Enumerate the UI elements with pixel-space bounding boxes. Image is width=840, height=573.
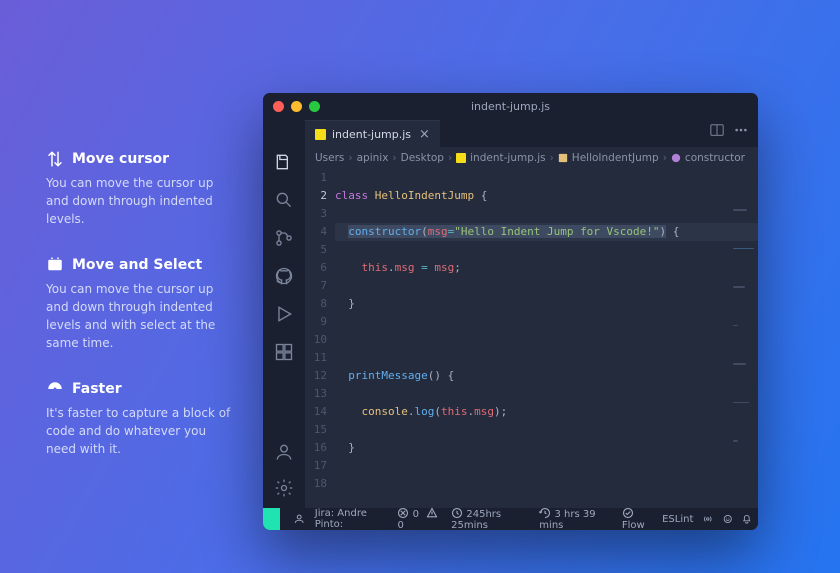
updown-icon bbox=[46, 150, 64, 168]
status-indicator[interactable] bbox=[263, 508, 280, 530]
breadcrumb-segment[interactable]: HelloIndentJump bbox=[572, 152, 659, 164]
line-gutter: 123456789101112131415161718 bbox=[305, 169, 335, 508]
promo-desc: It's faster to capture a block of code a… bbox=[46, 404, 231, 458]
promo-title: Faster bbox=[72, 381, 122, 397]
bell-icon[interactable] bbox=[742, 513, 752, 525]
status-eslint[interactable]: ESLint bbox=[662, 514, 693, 525]
promo-item: Move cursor You can move the cursor up a… bbox=[46, 150, 231, 228]
tab-indent-jump[interactable]: indent-jump.js × bbox=[305, 120, 440, 147]
close-tab-icon[interactable]: × bbox=[419, 127, 430, 142]
source-control-icon[interactable] bbox=[274, 228, 294, 248]
breadcrumb[interactable]: Users› apinix› Desktop› indent-jump.js› … bbox=[305, 147, 758, 169]
breadcrumb-segment[interactable]: Users bbox=[315, 152, 344, 164]
promo-desc: You can move the cursor up and down thro… bbox=[46, 280, 231, 352]
error-icon bbox=[397, 507, 409, 519]
history-icon bbox=[539, 507, 551, 519]
promo-column: Move cursor You can move the cursor up a… bbox=[46, 150, 231, 486]
method-icon bbox=[671, 153, 681, 163]
tab-bar: indent-jump.js × bbox=[263, 119, 758, 147]
titlebar[interactable]: indent-jump.js bbox=[263, 93, 758, 119]
window-title: indent-jump.js bbox=[263, 100, 758, 113]
promo-title: Move and Select bbox=[72, 257, 202, 273]
breadcrumb-segment[interactable]: constructor bbox=[685, 152, 745, 164]
class-icon bbox=[558, 153, 568, 163]
breadcrumb-segment[interactable]: indent-jump.js bbox=[470, 152, 545, 164]
check-icon bbox=[622, 507, 634, 519]
github-icon[interactable] bbox=[274, 266, 294, 286]
promo-title: Move cursor bbox=[72, 151, 169, 167]
extensions-icon[interactable] bbox=[274, 342, 294, 362]
status-time2[interactable]: 3 hrs 39 mins bbox=[539, 507, 612, 530]
explorer-icon[interactable] bbox=[274, 152, 294, 172]
js-file-icon bbox=[315, 129, 326, 140]
code-content[interactable]: class HelloIndentJump { constructor(msg=… bbox=[335, 169, 758, 508]
minimap[interactable] bbox=[733, 173, 756, 193]
code-editor[interactable]: 123456789101112131415161718 class HelloI… bbox=[305, 169, 758, 508]
editor-window: indent-jump.js indent-jump.js × bbox=[263, 93, 758, 530]
breadcrumb-segment[interactable]: Desktop bbox=[401, 152, 444, 164]
status-time1[interactable]: 245hrs 25mins bbox=[451, 507, 529, 530]
promo-item: Faster It's faster to capture a block of… bbox=[46, 380, 231, 458]
debug-icon[interactable] bbox=[274, 304, 294, 324]
select-icon bbox=[46, 256, 64, 274]
search-icon[interactable] bbox=[274, 190, 294, 210]
split-editor-icon[interactable] bbox=[710, 123, 724, 137]
activity-bar bbox=[263, 147, 305, 508]
status-errors[interactable]: 0 0 bbox=[397, 507, 441, 530]
more-icon[interactable] bbox=[734, 123, 748, 137]
breadcrumb-segment[interactable]: apinix bbox=[357, 152, 389, 164]
status-bar: Jira: Andre Pinto: 0 0 245hrs 25mins 3 h… bbox=[263, 508, 758, 530]
gear-icon[interactable] bbox=[274, 478, 294, 498]
broadcast-icon[interactable] bbox=[703, 513, 713, 525]
promo-item: Move and Select You can move the cursor … bbox=[46, 256, 231, 352]
warning-icon bbox=[426, 507, 438, 519]
promo-desc: You can move the cursor up and down thro… bbox=[46, 174, 231, 228]
feedback-icon[interactable] bbox=[723, 513, 733, 525]
status-jira[interactable]: Jira: Andre Pinto: bbox=[315, 508, 388, 530]
user-icon bbox=[294, 513, 304, 525]
js-file-icon bbox=[456, 153, 466, 163]
tab-label: indent-jump.js bbox=[332, 128, 411, 141]
clock-icon bbox=[451, 507, 463, 519]
account-icon[interactable] bbox=[274, 442, 294, 462]
status-flow[interactable]: Flow bbox=[622, 507, 652, 530]
speed-icon bbox=[46, 380, 64, 398]
